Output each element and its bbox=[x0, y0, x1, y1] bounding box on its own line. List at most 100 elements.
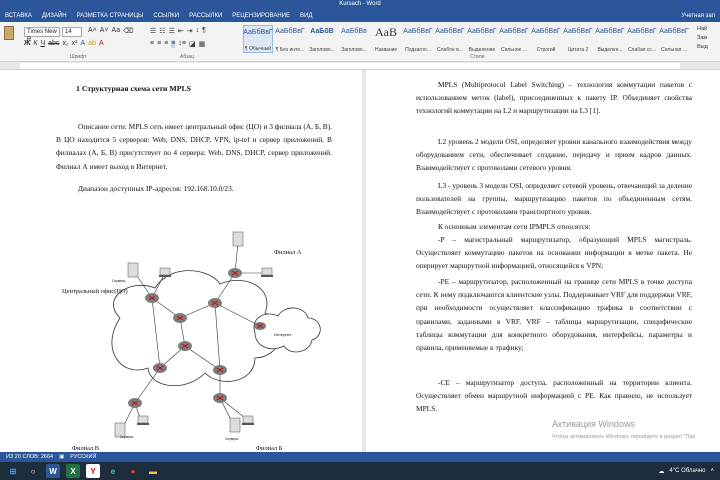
style-label: ¶ Обычный bbox=[244, 46, 272, 52]
grow-font-icon[interactable]: A˄ bbox=[88, 27, 97, 35]
tray-chevron-icon[interactable]: ˄ bbox=[710, 468, 714, 474]
decrease-indent-icon[interactable]: ⇤ bbox=[178, 27, 184, 35]
multilevel-list-icon[interactable]: ☰ bbox=[169, 27, 175, 35]
chrome-browser-icon[interactable]: ● bbox=[126, 464, 140, 478]
weather-icon[interactable]: ☁ bbox=[658, 468, 664, 475]
change-case-icon[interactable]: Aa bbox=[112, 27, 121, 35]
style-title[interactable]: AaB Название bbox=[371, 25, 401, 53]
windows-start-icon[interactable]: ⊞ bbox=[6, 464, 20, 478]
style-label: Слабая сс... bbox=[627, 47, 657, 53]
strikethrough-icon[interactable]: abc bbox=[48, 40, 59, 47]
yandex-browser-icon[interactable]: Y bbox=[86, 464, 100, 478]
word-count[interactable]: ИЗ 20 СЛОВ: 2664 bbox=[6, 454, 53, 460]
b-servers-label: Серверы bbox=[225, 437, 239, 441]
style-preview: АаБбВвГ bbox=[563, 28, 593, 35]
style-heading-1[interactable]: АаБбВ Заголово... bbox=[307, 25, 337, 53]
font-format-controls: Ж К Ч abc x₂ x² A ab A bbox=[24, 40, 104, 47]
router-icon bbox=[228, 268, 242, 278]
bullets-icon[interactable]: ☰ bbox=[150, 27, 156, 35]
replace-button[interactable]: Зам bbox=[697, 34, 708, 43]
router-icon bbox=[128, 398, 142, 408]
style-preview: АаБбВвГ bbox=[467, 28, 497, 35]
select-button[interactable]: Выд bbox=[697, 43, 708, 52]
branch-b-label: Филиал Б bbox=[256, 445, 283, 452]
edge-browser-icon[interactable]: e bbox=[106, 464, 120, 478]
italic-icon[interactable]: К bbox=[33, 40, 37, 47]
style-preview: АаБбВ bbox=[310, 28, 334, 35]
p-router-definition: -P – магистральный маршрутизатор, образу… bbox=[416, 235, 692, 271]
find-button[interactable]: Най bbox=[697, 25, 708, 34]
font-size-select[interactable]: 14 bbox=[62, 27, 82, 37]
increase-indent-icon[interactable]: ⇥ bbox=[187, 27, 193, 35]
style-quote-2[interactable]: АаБбВвГ Цитата 2 bbox=[563, 25, 593, 53]
tab-references[interactable]: ССЫЛКИ bbox=[153, 13, 179, 19]
shading-icon[interactable]: ◪ bbox=[189, 40, 196, 48]
borders-icon[interactable]: ▦ bbox=[199, 40, 206, 48]
align-left-icon[interactable]: ≡ bbox=[150, 40, 154, 48]
search-icon[interactable]: ○ bbox=[26, 464, 40, 478]
style-intense-quote[interactable]: АаБбВвГ Выделен... bbox=[595, 25, 625, 53]
weather-text[interactable]: 4°C Облачно bbox=[669, 468, 705, 474]
bold-icon[interactable]: Ж bbox=[24, 40, 30, 47]
excel-app-icon[interactable]: X bbox=[66, 464, 80, 478]
style-normal[interactable]: АаБбВвГ ¶ Обычный bbox=[243, 25, 273, 53]
style-intense-reference[interactable]: АаБбВвГ Сильная ... bbox=[659, 25, 689, 53]
account-button[interactable]: Учетная зап bbox=[681, 13, 715, 19]
justify-icon[interactable]: ≡ bbox=[171, 40, 176, 48]
style-preview: АаБбВв bbox=[341, 28, 367, 35]
subscript-icon[interactable]: x₂ bbox=[62, 40, 68, 47]
tab-insert[interactable]: ВСТАВКА bbox=[5, 13, 32, 19]
branch-c-label: Филиал В bbox=[72, 445, 99, 452]
shrink-font-icon[interactable]: A˅ bbox=[100, 27, 109, 35]
ruler-page-area bbox=[20, 63, 680, 69]
style-label: Строгий bbox=[536, 47, 556, 53]
pilcrow-icon[interactable]: ¶ bbox=[202, 27, 206, 35]
style-intense-emphasis[interactable]: АаБбВвГ Сильное ... bbox=[499, 25, 529, 53]
page-right[interactable]: MPLS (Multiprotocol Label Switching) – т… bbox=[366, 70, 720, 452]
line-spacing-icon[interactable]: ↕≡ bbox=[178, 40, 186, 48]
word-app-icon[interactable]: W bbox=[46, 464, 60, 478]
sort-icon[interactable]: ↕ bbox=[196, 27, 200, 35]
style-heading-2[interactable]: АаБбВв Заголово... bbox=[339, 25, 369, 53]
style-emphasis[interactable]: АаБбВвГ Выделение bbox=[467, 25, 497, 53]
ribbon-tabs: ВСТАВКА ДИЗАЙН РАЗМЕТКА СТРАНИЦЫ ССЫЛКИ … bbox=[0, 9, 720, 22]
router-icon bbox=[213, 365, 227, 375]
align-right-icon[interactable]: ≡ bbox=[164, 40, 168, 48]
tab-design[interactable]: ДИЗАЙН bbox=[42, 13, 67, 19]
style-no-spacing[interactable]: АаБбВвГ ¶ Без инте... bbox=[275, 25, 305, 53]
clear-format-icon[interactable]: ⌫ bbox=[123, 27, 133, 35]
window-title: Kursach - Word bbox=[0, 0, 720, 9]
align-center-icon[interactable]: ≡ bbox=[157, 40, 161, 48]
style-subtle-emphasis[interactable]: АаБбВвГ Слабое в... bbox=[435, 25, 465, 53]
language-indicator[interactable]: РУССКИЙ bbox=[70, 454, 96, 460]
style-subtitle[interactable]: АаБбВвГ Подзагол... bbox=[403, 25, 433, 53]
horizontal-ruler[interactable] bbox=[0, 62, 720, 70]
style-preview: АаБбВвГ bbox=[595, 28, 625, 35]
font-color-icon[interactable]: A bbox=[99, 40, 104, 47]
highlight-icon[interactable]: ab bbox=[88, 40, 96, 47]
ce-router-definition: -CE – маршрутизатор доступа, расположенн… bbox=[416, 378, 692, 414]
branch-a-label: Филиал А bbox=[274, 249, 302, 256]
router-icon bbox=[213, 393, 227, 403]
tab-review[interactable]: РЕЦЕНЗИРОВАНИЕ bbox=[232, 13, 290, 19]
font-name-select[interactable]: Times New R bbox=[24, 27, 60, 43]
underline-icon[interactable]: Ч bbox=[40, 40, 45, 47]
numbering-icon[interactable]: ☷ bbox=[159, 27, 165, 35]
style-preview: АаБбВвГ bbox=[627, 28, 657, 35]
page-left[interactable]: 1 Структурная схема сети MPLS Описание с… bbox=[0, 70, 362, 452]
superscript-icon[interactable]: x² bbox=[72, 40, 78, 47]
text-effects-icon[interactable]: A bbox=[81, 40, 86, 47]
style-preview: АаБбВвГ bbox=[275, 28, 305, 35]
status-bar: ИЗ 20 СЛОВ: 2664 ▣ РУССКИЙ bbox=[0, 452, 720, 462]
tab-layout[interactable]: РАЗМЕТКА СТРАНИЦЫ bbox=[77, 13, 144, 19]
paste-icon[interactable] bbox=[4, 26, 14, 40]
file-explorer-icon[interactable]: ▬ bbox=[146, 464, 160, 478]
style-strong[interactable]: АаБбВвГ Строгий bbox=[531, 25, 561, 53]
editing-group: Най Зам Выд bbox=[697, 25, 708, 52]
tab-view[interactable]: ВИД bbox=[300, 13, 312, 19]
proofing-icon[interactable]: ▣ bbox=[59, 454, 64, 460]
internet-label: Интернет bbox=[274, 332, 292, 337]
tab-mailings[interactable]: РАССЫЛКИ bbox=[189, 13, 222, 19]
document-area[interactable]: 1 Структурная схема сети MPLS Описание с… bbox=[0, 70, 720, 452]
style-subtle-reference[interactable]: АаБбВвГ Слабая сс... bbox=[627, 25, 657, 53]
